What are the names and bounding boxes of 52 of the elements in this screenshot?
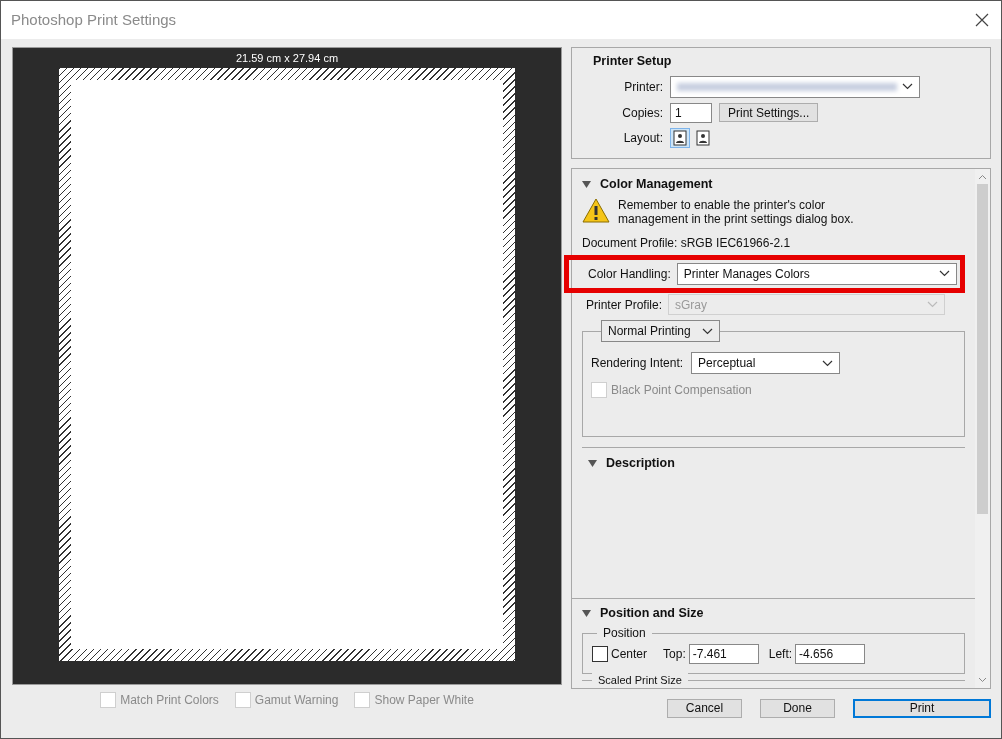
section-title: Printer Setup <box>593 53 673 70</box>
left-input[interactable]: -4.656 <box>795 643 866 664</box>
field-label: Color Handling: <box>588 265 671 283</box>
paper-size-label: 21.59 cm x 27.94 cm <box>235 51 339 66</box>
expanded-triangle-icon[interactable] <box>582 609 591 619</box>
checkbox-label: Black Point Compensation <box>611 382 752 400</box>
section-title: Description <box>606 455 675 473</box>
layout-button[interactable] <box>693 127 713 148</box>
print-settings-button[interactable]: Print Settings... <box>719 103 819 123</box>
chevron-down-icon <box>927 301 939 309</box>
dialog-button[interactable]: Print <box>853 699 991 718</box>
window-title: Photoshop Print Settings <box>11 9 177 30</box>
layout-button[interactable] <box>670 127 690 148</box>
warning-icon <box>582 197 610 223</box>
dropdown-value: Normal Printing <box>608 323 691 341</box>
copies-input[interactable]: 1 <box>670 102 712 123</box>
chevron-down-icon <box>902 83 913 91</box>
dropdown-value: sGray <box>675 296 708 314</box>
field-label: Top: <box>663 645 686 663</box>
printer-dropdown[interactable] <box>670 75 920 98</box>
field-label: Printer: <box>623 78 663 96</box>
rendering-intent-dropdown[interactable]: Perceptual <box>691 352 841 375</box>
checkbox-label: Show Paper White <box>374 692 474 709</box>
section-title: Position and Size <box>600 605 704 623</box>
field-label: Left: <box>768 645 793 663</box>
field-label: Printer Profile: <box>586 296 663 314</box>
scrollbar[interactable] <box>975 169 990 688</box>
dialog-button[interactable]: Cancel <box>667 699 742 718</box>
chevron-down-icon <box>822 359 834 367</box>
checkbox-label: Center <box>611 645 648 663</box>
checkbox-label: Gamut Warning <box>254 692 339 709</box>
warning-message: Remember to enable the printer's color management in the print settings dialog box. <box>618 197 855 226</box>
dropdown-value: Printer Manages Colors <box>683 265 810 283</box>
center-checkbox[interactable] <box>592 645 608 662</box>
dialog-button[interactable]: Done <box>760 699 835 718</box>
field-label: Rendering Intent: <box>591 355 684 373</box>
dropdown-value: Perceptual <box>698 355 756 373</box>
top-input[interactable]: -7.461 <box>688 643 759 664</box>
section-title: Color Management <box>600 176 713 193</box>
chevron-down-icon <box>702 327 713 335</box>
expanded-triangle-icon[interactable] <box>582 179 591 189</box>
field-label: Copies: <box>621 104 663 122</box>
close-icon[interactable] <box>975 13 989 27</box>
scrollbar-thumb[interactable] <box>977 184 988 514</box>
print-mode-dropdown[interactable]: Normal Printing <box>601 320 720 343</box>
expanded-triangle-icon[interactable] <box>588 459 597 469</box>
portrait-page-icon <box>673 129 687 146</box>
document-profile-text: Document Profile: sRGB IEC61966-2.1 <box>582 234 792 252</box>
checkbox-label: Match Print Colors <box>120 692 219 709</box>
field-label: Layout: <box>622 129 663 147</box>
chevron-down-icon <box>938 270 950 278</box>
color-handling-dropdown[interactable]: Printer Manages Colors <box>676 262 957 285</box>
